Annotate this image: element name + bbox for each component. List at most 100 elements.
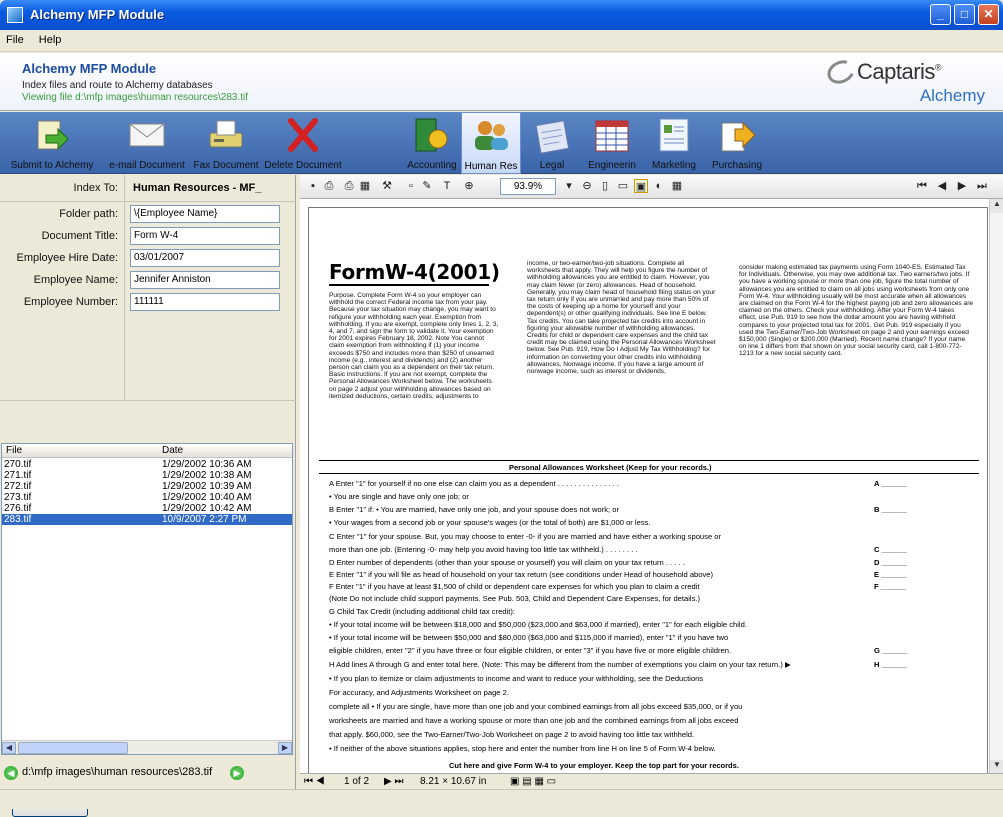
file-row[interactable]: 273.tif 1/29/2002 10:40 AM <box>2 492 292 503</box>
zoom-out-icon[interactable]: ⊖ <box>580 179 594 193</box>
zoom-in-icon[interactable]: ⊕ <box>462 179 476 193</box>
index-to-value[interactable]: Human Resources - MF_ <box>130 180 280 198</box>
worksheet-line: For accuracy, and Adjustments Worksheet … <box>329 689 509 697</box>
folder-path-row: Folder path: \{Employee Name} <box>0 204 296 226</box>
close-button[interactable]: ✕ <box>978 4 999 25</box>
scroll-up-arrow[interactable]: ▲ <box>990 199 1003 213</box>
worksheet-line: H Add lines A through G and enter total … <box>329 661 907 669</box>
category-marketing[interactable]: Marketing <box>644 112 704 174</box>
last-page-icon[interactable]: ⏭ <box>975 179 989 193</box>
folder-path-label: Folder path: <box>59 208 118 220</box>
header-title: Alchemy MFP Module <box>22 61 157 76</box>
save-icon[interactable]: ▪ <box>306 179 320 193</box>
minimize-button[interactable]: _ <box>930 4 951 25</box>
window-title: Alchemy MFP Module <box>30 7 165 22</box>
app-header: Alchemy MFP Module Index files and route… <box>0 53 1003 111</box>
menu-file[interactable]: File <box>0 30 30 50</box>
thumbnails-icon[interactable]: ▦ <box>670 179 684 193</box>
zoom-dropdown-icon[interactable]: ▾ <box>562 179 576 193</box>
purchasing-doc-icon <box>721 121 756 152</box>
worksheet-line: E Enter "1" if you will file as head of … <box>329 571 907 579</box>
email-document-button[interactable]: e-mail Document <box>106 112 188 174</box>
actual-size-icon[interactable]: ▣ <box>634 179 648 193</box>
accounting-book-icon <box>415 118 448 152</box>
document-title-field[interactable]: Form W-4 <box>130 227 280 245</box>
prev-page-icon[interactable]: ◀ <box>935 179 949 193</box>
worksheet-line: eligible children, enter "2" if you have… <box>329 647 908 655</box>
fax-icon <box>209 120 243 148</box>
path-row: ◀ d:\mfp images\human resources\283.tif … <box>4 765 292 783</box>
scroll-left-arrow[interactable]: ◀ <box>2 742 16 754</box>
title-rule <box>329 284 489 286</box>
file-list[interactable]: File Date 270.tif 1/29/2002 10:36 AM 271.… <box>1 443 293 755</box>
back-arrow-icon[interactable]: ◀ <box>4 766 18 780</box>
worksheet-line: C Enter "1" for your spouse. But, you ma… <box>329 533 722 541</box>
file-list-header: File Date <box>2 444 292 458</box>
document-page: FormW-4(2001) Purpose. Complete Form W-4… <box>308 207 988 777</box>
file-row[interactable]: 271.tif 1/29/2002 10:38 AM <box>2 470 292 481</box>
notepad-icon <box>535 120 570 154</box>
zoom-level-field[interactable]: 93.9% <box>500 178 556 195</box>
file-row[interactable]: 276.tif 1/29/2002 10:42 AM <box>2 503 292 514</box>
spreadsheet-icon <box>595 120 629 152</box>
scroll-down-arrow[interactable]: ▼ <box>990 760 1003 774</box>
worksheet-line: F Enter "1" if you have at least $1,500 … <box>329 583 907 591</box>
worksheet-line: • If you plan to itemize or claim adjust… <box>329 675 704 683</box>
nav-next-icon[interactable]: ▶ ⏭ <box>384 776 403 787</box>
scroll-right-arrow[interactable]: ▶ <box>278 742 292 754</box>
captaris-logo: Captaris® Alchemy <box>823 53 985 111</box>
select-icon[interactable]: ▫ <box>404 179 418 193</box>
next-page-icon[interactable]: ▶ <box>955 179 969 193</box>
view-mode-icons[interactable]: ▣ ▤ ▦ ▭ <box>510 776 556 787</box>
scan-icon[interactable]: ▦ <box>358 179 372 193</box>
file-row[interactable]: 272.tif 1/29/2002 10:39 AM <box>2 481 292 492</box>
worksheet-line: that apply. $60,000, see the Two-Earner/… <box>329 731 695 739</box>
hire-date-label: Employee Hire Date: <box>16 252 119 264</box>
file-path-label: d:\mfp images\human resources\283.tif <box>22 766 213 778</box>
column-date[interactable]: Date <box>162 445 183 456</box>
window-titlebar[interactable]: Alchemy MFP Module _ □ ✕ <box>0 0 1003 30</box>
file-row-selected[interactable]: 283.tif 10/9/2007 2:27 PM <box>2 514 292 525</box>
annotate-icon[interactable]: ✎ <box>420 179 434 193</box>
column-file[interactable]: File <box>6 445 22 456</box>
employee-number-row: Employee Number: 111111 <box>0 292 296 314</box>
file-list-hscroll[interactable]: ◀ ▶ <box>2 740 292 754</box>
worksheet-line: • You are single and have only one job; … <box>329 493 469 501</box>
delete-document-button[interactable]: Delete Document <box>264 112 342 174</box>
panel-separator <box>0 400 296 401</box>
worksheet-line: A Enter "1" for yourself if no one else … <box>329 480 907 488</box>
employee-number-field[interactable]: 111111 <box>130 293 280 311</box>
fax-document-button[interactable]: Fax Document <box>190 112 262 174</box>
maximize-button[interactable]: □ <box>954 4 975 25</box>
nav-first-icon[interactable]: ⏮ ◀ <box>304 776 325 787</box>
fit-width-icon[interactable]: ▭ <box>616 179 630 193</box>
hire-date-field[interactable]: 03/01/2007 <box>130 249 280 267</box>
form-column-3: consider making estimated tax payments u… <box>739 264 974 358</box>
viewer-vscroll[interactable]: ▲ ▼ <box>989 199 1003 774</box>
category-accounting[interactable]: Accounting <box>404 112 460 174</box>
text-icon[interactable]: T <box>440 179 454 193</box>
worksheet-heading: Personal Allowances Worksheet (Keep for … <box>509 463 712 472</box>
category-engineering[interactable]: Engineerin <box>584 112 640 174</box>
print-icon[interactable]: ⎙ <box>342 179 356 193</box>
submit-to-alchemy-button[interactable]: Submit to Alchemy <box>0 112 104 174</box>
employee-name-field[interactable]: Jennifer Anniston <box>130 271 280 289</box>
fit-page-icon[interactable]: ▯ <box>598 179 612 193</box>
file-row[interactable]: 270.tif 1/29/2002 10:36 AM <box>2 459 292 470</box>
brightness-icon[interactable]: ◐ <box>652 179 666 193</box>
print-preview-icon[interactable]: ⎙ <box>322 179 336 193</box>
forward-arrow-icon[interactable]: ▶ <box>230 766 244 780</box>
employee-name-label: Employee Name: <box>33 274 118 286</box>
folder-path-field[interactable]: \{Employee Name} <box>130 205 280 223</box>
category-purchasing[interactable]: Purchasing <box>706 112 768 174</box>
viewing-file-label: Viewing file d:\mfp images\human resourc… <box>22 92 249 103</box>
scroll-thumb[interactable] <box>18 742 128 754</box>
category-human-res[interactable]: Human Res <box>461 112 521 174</box>
worksheet-line: complete all • If you are single, have m… <box>329 703 743 711</box>
menu-help[interactable]: Help <box>33 30 68 50</box>
first-page-icon[interactable]: ⏮ <box>915 179 929 193</box>
category-legal[interactable]: Legal <box>524 112 580 174</box>
tools-icon[interactable]: ⚒ <box>380 179 394 193</box>
form-column-1: Purpose. Complete Form W-4 so your emplo… <box>329 292 499 400</box>
worksheet-line: • Your wages from a second job or your s… <box>329 519 651 527</box>
